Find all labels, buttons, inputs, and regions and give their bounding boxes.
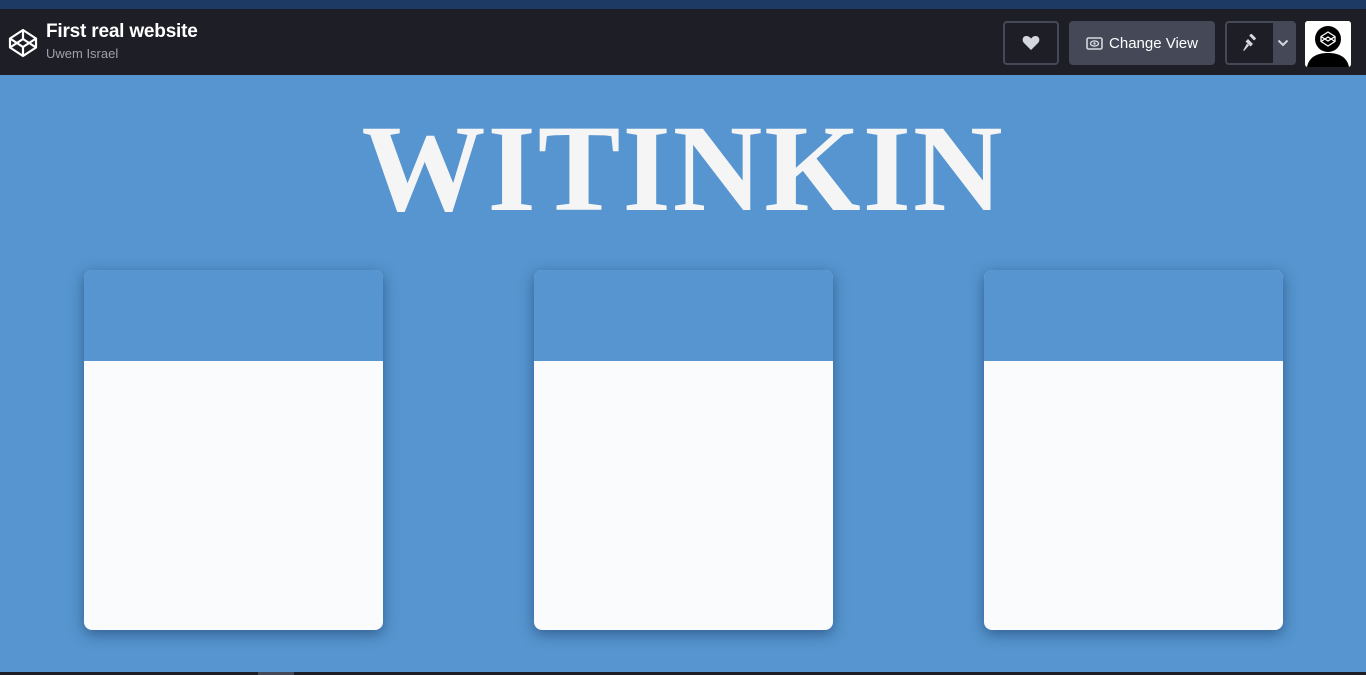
top-accent-strip (0, 0, 1366, 9)
change-view-label: Change View (1109, 34, 1198, 52)
editor-header: First real website Uwem Israel Change Vi… (0, 9, 1366, 75)
pin-menu-toggle[interactable] (1272, 23, 1294, 63)
card-header (84, 270, 383, 361)
content-card (534, 270, 833, 630)
chevron-down-icon (1278, 39, 1289, 47)
card-header (534, 270, 833, 361)
site-title: WITINKIN (361, 100, 1005, 237)
user-avatar[interactable] (1305, 21, 1351, 67)
card-header (984, 270, 1283, 361)
eye-icon (1086, 36, 1103, 50)
content-card (84, 270, 383, 630)
heart-icon (1022, 36, 1040, 50)
content-card (984, 270, 1283, 630)
codepen-logo-icon[interactable] (8, 28, 38, 58)
pen-author[interactable]: Uwem Israel (46, 46, 118, 61)
pin-icon (1243, 34, 1256, 51)
pin-button[interactable] (1227, 23, 1273, 63)
pin-button-group[interactable] (1225, 21, 1296, 65)
heart-button[interactable] (1003, 21, 1059, 65)
change-view-button[interactable]: Change View (1069, 21, 1215, 65)
pen-title[interactable]: First real website (46, 21, 198, 43)
avatar-image (1305, 21, 1351, 67)
